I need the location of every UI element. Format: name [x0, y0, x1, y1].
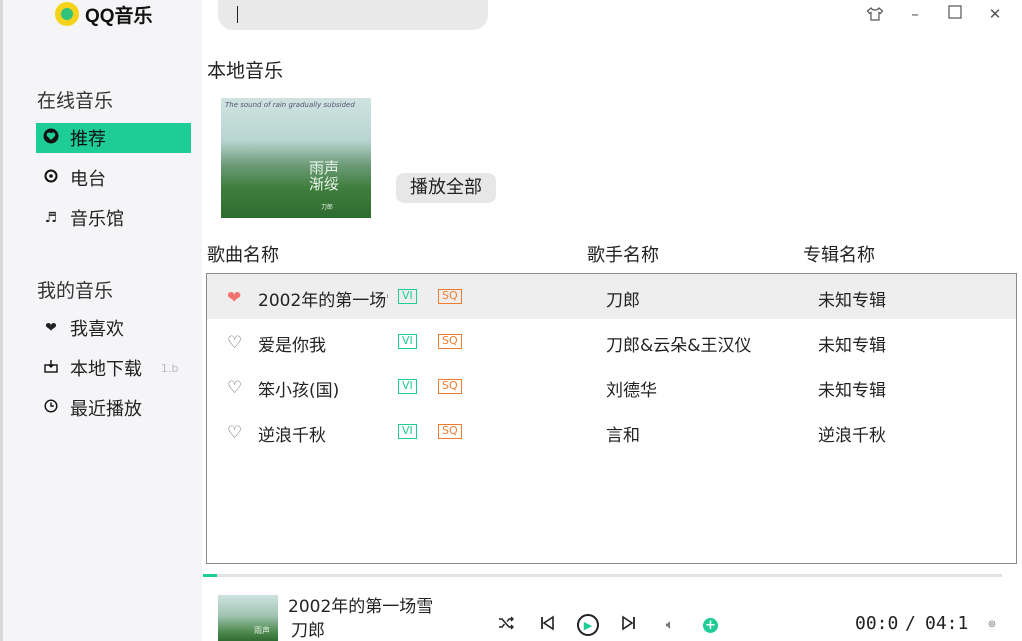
- heart-circle-icon: [39, 128, 63, 148]
- table-row[interactable]: ♡ 逆浪千秋 VI SQ 言和 逆浪千秋: [207, 409, 1016, 454]
- sidebar-item-favorites[interactable]: ❤ 我喜欢: [36, 313, 191, 343]
- skin-icon[interactable]: [866, 5, 884, 23]
- cover-title: 雨声 渐绥: [309, 159, 340, 193]
- song-title: 爱是你我: [258, 336, 326, 356]
- next-icon[interactable]: [618, 614, 640, 636]
- radio-icon: [39, 169, 63, 187]
- column-header-song: 歌曲名称: [207, 245, 279, 266]
- total-time: 04:1: [925, 613, 969, 634]
- song-singer: 刀郎&云朵&王汉仪: [606, 336, 752, 356]
- volume-icon[interactable]: 🔈︎: [659, 614, 681, 636]
- download-icon: [39, 359, 63, 377]
- shuffle-icon[interactable]: [495, 614, 517, 636]
- song-album: 逆浪千秋: [818, 426, 886, 446]
- sidebar: QQ音乐 在线音乐 推荐 电台 ♬ 音乐馆 我的音乐 ❤ 我喜欢 本地下载 1.…: [0, 0, 202, 641]
- song-list: ❤ 2002年的第一场雪 VI SQ 刀郎 未知专辑 ♡ 爱是你我 VI SQ …: [206, 273, 1017, 564]
- progress-fill: [203, 574, 218, 577]
- song-singer: 刀郎: [606, 291, 640, 311]
- current-time: 00:0: [855, 613, 899, 634]
- my-music-title: 我的音乐: [37, 280, 114, 302]
- minimize-icon[interactable]: –: [906, 5, 924, 23]
- heart-outline-icon[interactable]: ♡: [227, 378, 242, 398]
- maximize-icon[interactable]: [946, 5, 964, 23]
- sq-badge: SQ: [438, 289, 462, 304]
- sidebar-extra-text: 1.b: [161, 362, 179, 375]
- heart-icon[interactable]: ❤: [227, 288, 241, 308]
- cover-author: 刀郎: [321, 204, 334, 211]
- text-caret: [237, 6, 238, 23]
- song-album: 未知专辑: [818, 381, 886, 401]
- song-title: 笨小孩(国): [258, 381, 340, 401]
- progress-bar[interactable]: [203, 574, 1002, 577]
- sidebar-item-label: 推荐: [70, 129, 106, 150]
- heart-outline-icon[interactable]: ♡: [227, 333, 242, 353]
- sidebar-item-label: 本地下载: [70, 359, 142, 380]
- heart-icon: ❤: [45, 320, 57, 336]
- sidebar-item-recommend[interactable]: 推荐: [36, 123, 191, 153]
- app-logo[interactable]: QQ音乐: [55, 0, 153, 28]
- sidebar-item-radio[interactable]: 电台: [36, 163, 191, 193]
- music-note-icon: ♬: [44, 210, 58, 226]
- sidebar-item-recent[interactable]: 最近播放: [36, 393, 191, 423]
- now-playing-artist: 刀郎: [291, 621, 325, 641]
- logo-text: QQ音乐: [85, 5, 153, 27]
- album-cover: The sound of rain gradually subsided 雨声 …: [221, 98, 371, 218]
- sidebar-item-label: 我喜欢: [70, 319, 124, 340]
- close-icon[interactable]: ✕: [986, 5, 1004, 23]
- previous-icon[interactable]: [536, 614, 558, 636]
- qq-music-logo-icon: [55, 2, 79, 26]
- search-input[interactable]: [218, 0, 488, 30]
- sidebar-item-label: 音乐馆: [70, 209, 124, 230]
- online-music-title: 在线音乐: [37, 90, 114, 112]
- mini-cover-text: 雨声: [254, 626, 270, 635]
- table-row[interactable]: ♡ 爱是你我 VI SQ 刀郎&云朵&王汉仪 未知专辑: [207, 319, 1016, 364]
- add-icon[interactable]: +: [703, 618, 718, 633]
- song-album: 未知专辑: [818, 291, 886, 311]
- table-row[interactable]: ❤ 2002年的第一场雪 VI SQ 刀郎 未知专辑: [207, 274, 1016, 319]
- song-album: 未知专辑: [818, 336, 886, 356]
- table-row[interactable]: ♡ 笨小孩(国) VI SQ 刘德华 未知专辑: [207, 364, 1016, 409]
- song-singer: 言和: [606, 426, 640, 446]
- cover-subtitle: The sound of rain gradually subsided: [225, 101, 355, 109]
- vip-badge: VI: [398, 334, 417, 349]
- column-header-album: 专辑名称: [803, 245, 875, 266]
- vip-badge: VI: [398, 289, 417, 304]
- now-playing-cover[interactable]: 雨声: [218, 595, 278, 641]
- song-title: 逆浪千秋: [258, 426, 326, 446]
- page-title: 本地音乐: [207, 60, 284, 82]
- sq-badge: SQ: [438, 424, 462, 439]
- time-separator: /: [905, 613, 916, 634]
- heart-outline-icon[interactable]: ♡: [227, 423, 242, 443]
- song-singer: 刘德华: [606, 381, 657, 401]
- clock-icon: [39, 399, 63, 417]
- play-all-button[interactable]: 播放全部: [396, 173, 496, 203]
- sq-badge: SQ: [438, 379, 462, 394]
- play-icon[interactable]: ▶: [577, 614, 599, 636]
- now-playing-title: 2002年的第一场雪: [288, 597, 434, 617]
- sidebar-item-music-hall[interactable]: ♬ 音乐馆: [36, 203, 191, 233]
- sq-badge: SQ: [438, 334, 462, 349]
- vip-badge: VI: [398, 424, 417, 439]
- vip-badge: VI: [398, 379, 417, 394]
- song-title: 2002年的第一场雪: [258, 291, 388, 311]
- sidebar-item-label: 最近播放: [70, 399, 142, 420]
- settings-icon[interactable]: ⊛: [981, 614, 1003, 636]
- sidebar-item-label: 电台: [70, 169, 106, 190]
- column-header-singer: 歌手名称: [587, 245, 659, 266]
